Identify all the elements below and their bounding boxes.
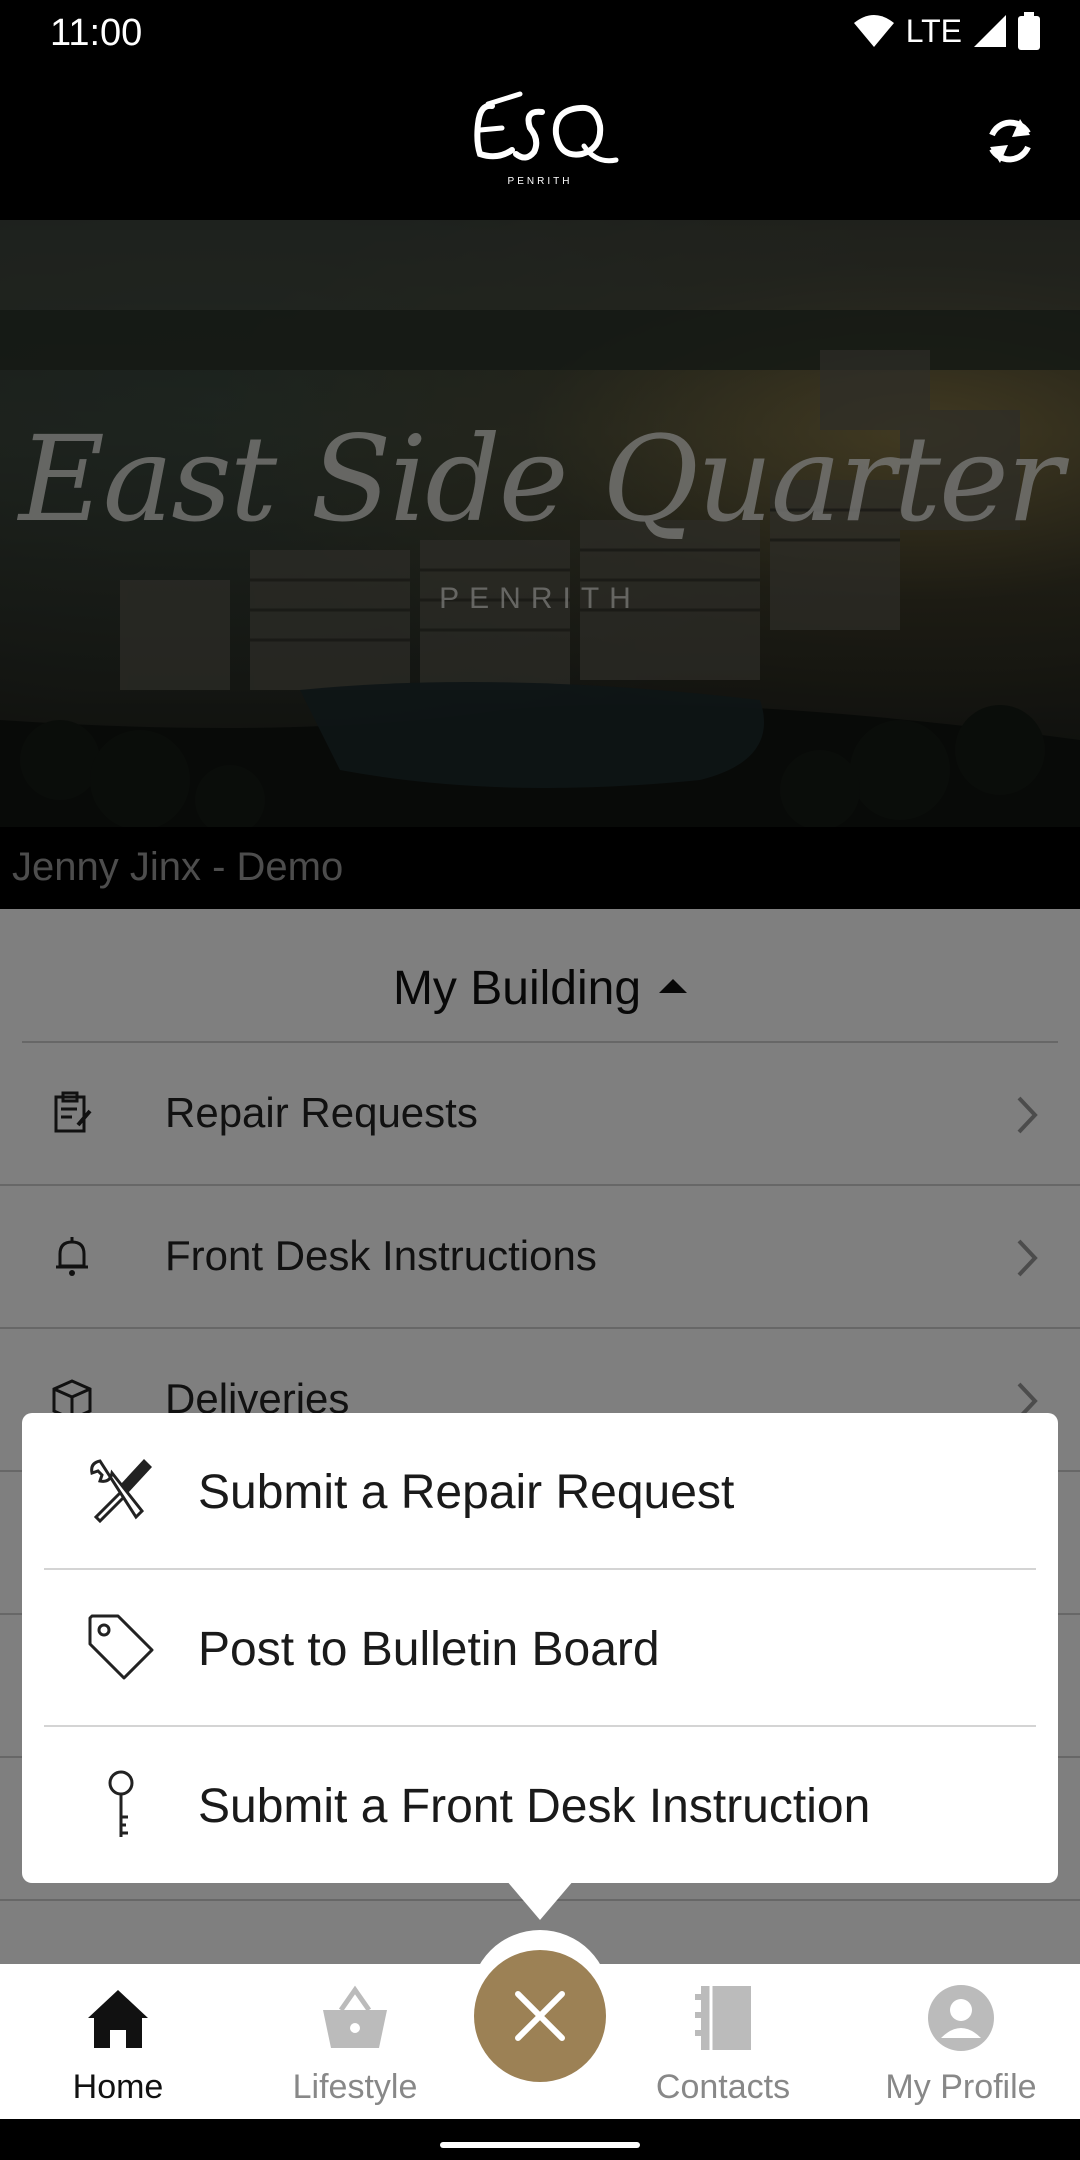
menu-item-label: Submit a Repair Request <box>198 1466 735 1519</box>
close-icon <box>515 1991 565 2041</box>
contacts-book-icon <box>695 1986 751 2050</box>
tag-icon <box>88 1614 154 1680</box>
basket-icon <box>323 1985 387 2048</box>
menu-item-submit-repair-request[interactable]: Submit a Repair Request <box>44 1413 1036 1570</box>
battery-icon <box>1018 12 1040 50</box>
gesture-area <box>0 2119 1080 2160</box>
network-type: LTE <box>905 12 962 49</box>
menu-item-label: Submit a Front Desk Instruction <box>198 1780 871 1833</box>
tools-icon <box>90 1459 152 1524</box>
signal-icon <box>974 15 1006 47</box>
nav-contacts[interactable]: Contacts <box>623 1964 823 2119</box>
nav-label: Home <box>72 2068 164 2106</box>
popup-pointer <box>506 1880 574 1920</box>
nav-home[interactable]: Home <box>18 1964 218 2119</box>
quick-action-menu: Submit a Repair Request Post to Bulletin… <box>22 1413 1058 1883</box>
menu-item-submit-front-desk-instruction[interactable]: Submit a Front Desk Instruction <box>44 1727 1036 1884</box>
refresh-icon[interactable] <box>980 111 1040 171</box>
close-menu-button[interactable] <box>474 1950 606 2082</box>
svg-text:PENRITH: PENRITH <box>508 176 573 187</box>
nav-lifestyle[interactable]: Lifestyle <box>255 1964 455 2119</box>
status-bar: 11:00 LTE <box>0 0 1080 66</box>
home-icon <box>88 1990 148 2048</box>
home-gesture-handle[interactable] <box>440 2142 640 2148</box>
menu-item-post-bulletin-board[interactable]: Post to Bulletin Board <box>44 1570 1036 1727</box>
wifi-icon <box>853 15 894 47</box>
status-icons: LTE <box>852 12 1040 50</box>
app-header: PENRITH <box>0 66 1080 220</box>
key-icon <box>108 1770 134 1837</box>
status-time: 11:00 <box>50 12 143 54</box>
esq-logo: PENRITH <box>474 91 619 187</box>
nav-label: My Profile <box>885 2068 1037 2106</box>
nav-label: Contacts <box>655 2068 791 2106</box>
nav-label: Lifestyle <box>292 2068 418 2106</box>
nav-my-profile[interactable]: My Profile <box>861 1964 1061 2119</box>
menu-item-label: Post to Bulletin Board <box>198 1623 660 1676</box>
profile-icon <box>928 1985 994 2051</box>
